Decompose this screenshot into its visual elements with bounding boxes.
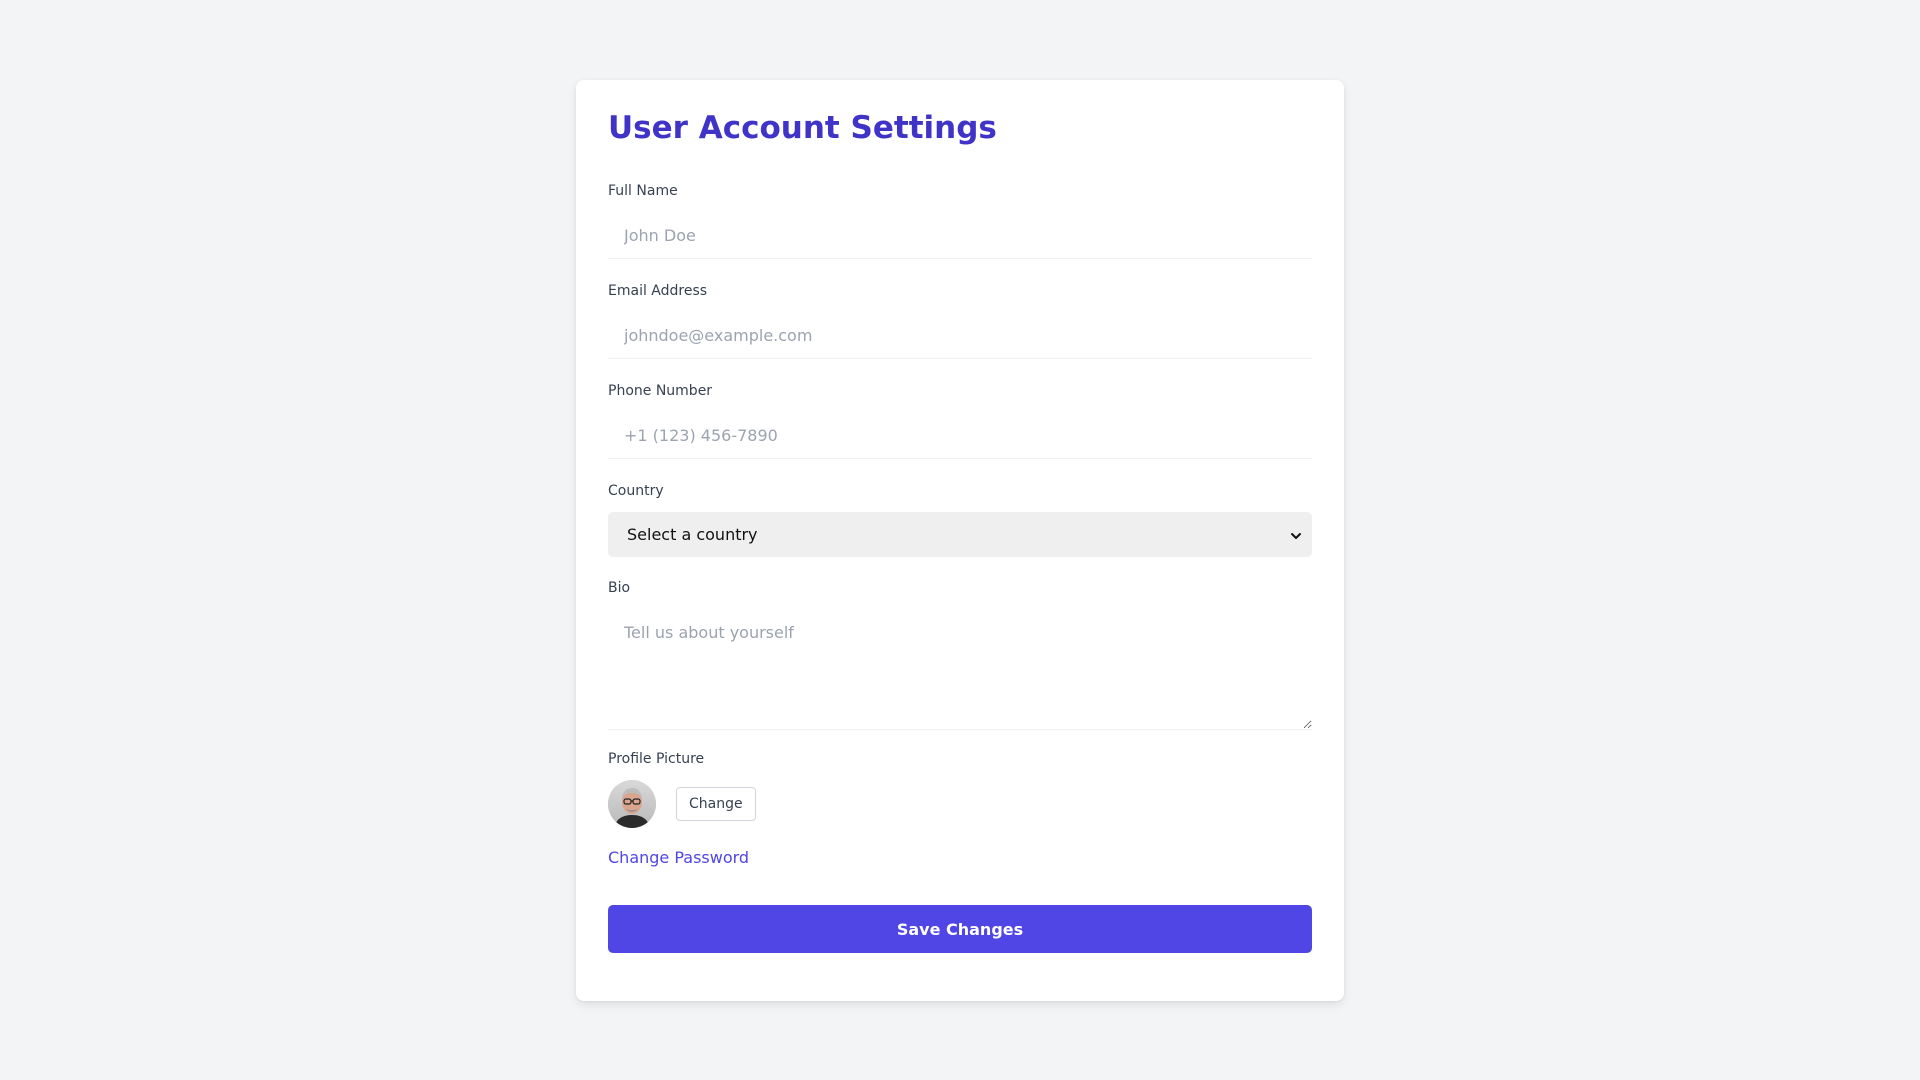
country-group: Country Select a country [608,482,1312,557]
phone-group: Phone Number [608,382,1312,459]
bio-group: Bio [608,579,1312,734]
avatar [608,780,656,828]
phone-input[interactable] [608,412,1312,459]
profile-picture-row: Change [608,780,1312,828]
profile-picture-label: Profile Picture [608,751,705,767]
bio-label: Bio [608,580,631,596]
page-title: User Account Settings [608,110,997,146]
change-picture-button[interactable]: Change [676,787,756,821]
email-input[interactable] [608,312,1312,359]
country-select[interactable]: Select a country [608,512,1312,557]
phone-label: Phone Number [608,383,713,399]
save-changes-button[interactable]: Save Changes [608,905,1312,953]
profile-picture-group: Profile Picture Change [608,750,1312,828]
full-name-label: Full Name [608,183,678,199]
full-name-input[interactable] [608,212,1312,259]
country-label: Country [608,483,664,499]
email-group: Email Address [608,282,1312,359]
bio-textarea[interactable] [608,609,1312,730]
settings-card: User Account Settings Full Name Email Ad… [576,80,1344,1001]
full-name-group: Full Name [608,182,1312,259]
country-select-value: Select a country [627,525,758,544]
chevron-down-icon [1289,528,1303,542]
email-label: Email Address [608,283,708,299]
change-password-link[interactable]: Change Password [608,848,749,868]
